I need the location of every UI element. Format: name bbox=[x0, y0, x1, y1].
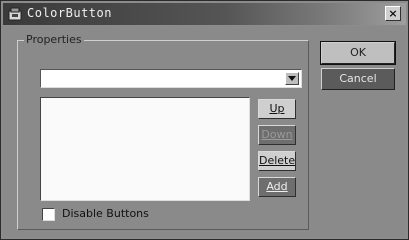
group-label: Properties bbox=[24, 33, 84, 46]
ok-button[interactable]: OK bbox=[320, 41, 396, 65]
disable-buttons-row[interactable]: Disable Buttons bbox=[42, 207, 242, 223]
property-listbox[interactable] bbox=[40, 97, 250, 201]
dropdown-button[interactable] bbox=[285, 72, 299, 85]
title-bar[interactable]: ColorButton × bbox=[3, 3, 406, 25]
dialog-client-area: Properties Up Down Delete Add Disable Bu… bbox=[3, 26, 406, 237]
property-combobox[interactable] bbox=[40, 69, 302, 88]
delete-button[interactable]: Delete bbox=[258, 151, 296, 171]
add-button[interactable]: Add bbox=[258, 177, 296, 197]
app-icon bbox=[7, 6, 23, 22]
cancel-button[interactable]: Cancel bbox=[321, 68, 395, 90]
down-button[interactable]: Down bbox=[258, 125, 296, 145]
chevron-down-icon bbox=[288, 76, 296, 81]
close-icon: × bbox=[388, 7, 398, 20]
window-title: ColorButton bbox=[27, 6, 112, 20]
properties-group: Properties Up Down Delete Add Disable Bu… bbox=[17, 33, 309, 230]
disable-buttons-checkbox[interactable] bbox=[42, 208, 55, 221]
close-button[interactable]: × bbox=[385, 6, 401, 21]
disable-buttons-label: Disable Buttons bbox=[62, 207, 149, 220]
up-button[interactable]: Up bbox=[258, 99, 296, 119]
colorbutton-dialog: ColorButton × Properties Up Down Delete … bbox=[0, 0, 409, 240]
